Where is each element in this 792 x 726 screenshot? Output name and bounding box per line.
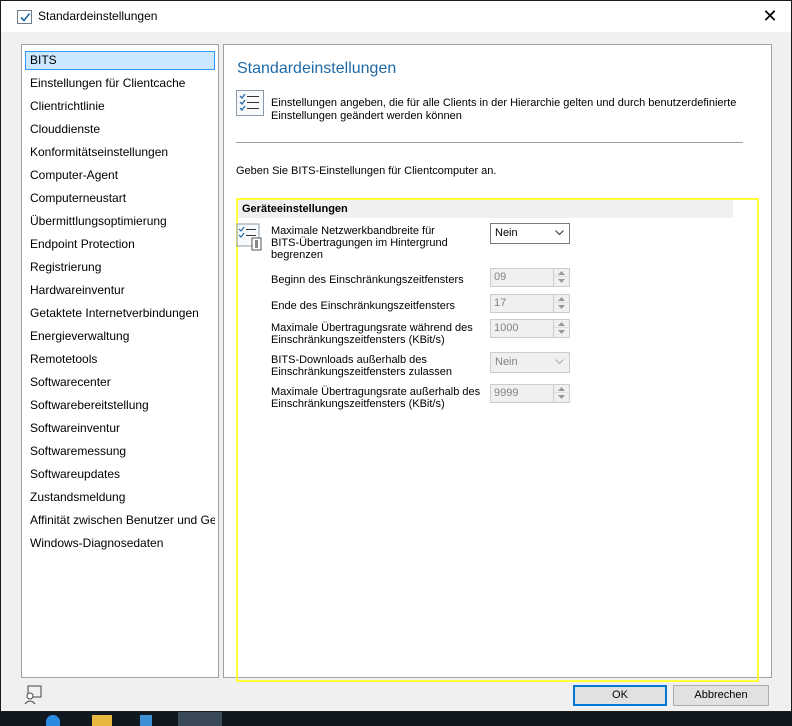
spin-buttons (553, 295, 569, 312)
spin-down-icon[interactable] (554, 277, 569, 285)
chevron-down-icon (555, 230, 564, 236)
nav-item-client-policy[interactable]: Clientrichtlinie (25, 97, 215, 116)
rate-outside-label: Maximale Übertragungsrate außerhalb des … (271, 386, 486, 410)
rate-during-label: Maximale Übertragungsrate während des Ei… (271, 322, 486, 346)
checklist-icon (236, 90, 264, 116)
spin-up-icon[interactable] (554, 385, 569, 393)
nav-item-computer-agent[interactable]: Computer-Agent (25, 166, 215, 185)
window-start-spinner[interactable]: 09 (490, 268, 570, 287)
settings-pane: Standardeinstellungen Einstellungen ange… (223, 44, 772, 682)
label-line: Einschränkungszeitfensters (KBit/s) (271, 398, 445, 410)
nav-item-power-management[interactable]: Energieverwaltung (25, 327, 215, 346)
server-icon[interactable] (140, 715, 152, 726)
spin-up-icon[interactable] (554, 320, 569, 328)
description-line-2: Einstellungen geändert werden können (271, 110, 462, 122)
nav-item-cloud-services[interactable]: Clouddienste (25, 120, 215, 139)
nav-item-software-updates[interactable]: Softwareupdates (25, 465, 215, 484)
label-line: Einschränkungszeitfensters (KBit/s) (271, 334, 445, 346)
page-title: Standardeinstellungen (237, 60, 397, 77)
limit-bandwidth-label: Maximale Netzwerkbandbreite für BITS-Übe… (271, 225, 481, 261)
close-icon: ✕ (762, 6, 778, 26)
nav-item-software-deployment[interactable]: Softwarebereitstellung (25, 396, 215, 415)
nav-item-user-device-affinity[interactable]: Affinität zwischen Benutzer und Ge (25, 511, 215, 530)
label-line: BITS-Übertragungen im Hintergrund (271, 237, 448, 249)
spinner-value: 17 (494, 297, 507, 309)
spin-buttons (553, 269, 569, 286)
close-button[interactable]: ✕ (753, 3, 787, 30)
label-line: Maximale Übertragungsrate außerhalb des (271, 386, 481, 398)
nav-item-software-center[interactable]: Softwarecenter (25, 373, 215, 392)
nav-item-endpoint-protection[interactable]: Endpoint Protection (25, 235, 215, 254)
label-line: Maximale Netzwerkbandbreite für (271, 225, 435, 237)
window-end-label: Ende des Einschränkungszeitfensters (271, 300, 456, 312)
nav-item-state-messaging[interactable]: Zustandsmeldung (25, 488, 215, 507)
window-title: Standardeinstellungen (38, 9, 158, 23)
group-header: Geräteeinstellungen (238, 200, 733, 218)
spin-up-icon[interactable] (554, 295, 569, 303)
feedback-icon[interactable] (23, 685, 43, 705)
spin-buttons (553, 320, 569, 337)
spin-down-icon[interactable] (554, 303, 569, 311)
description-line-1: Einstellungen angeben, die für alle Clie… (271, 97, 737, 109)
nav-item-bits[interactable]: BITS (25, 51, 215, 70)
nav-item-software-inventory[interactable]: Softwareinventur (25, 419, 215, 438)
window-end-spinner[interactable]: 17 (490, 294, 570, 313)
dropdown-value: Nein (495, 356, 518, 368)
allow-outside-dropdown[interactable]: Nein (490, 352, 570, 373)
settings-dialog: Standardeinstellungen ✕ BITS Einstellung… (0, 0, 792, 712)
chevron-down-icon (555, 359, 564, 365)
nav-item-enrollment[interactable]: Registrierung (25, 258, 215, 277)
allow-outside-label: BITS-Downloads außerhalb des Einschränku… (271, 354, 486, 378)
console-app-icon[interactable] (178, 712, 222, 726)
nav-item-software-metering[interactable]: Softwaremessung (25, 442, 215, 461)
nav-item-hardware-inventory[interactable]: Hardwareinventur (25, 281, 215, 300)
ok-button[interactable]: OK (573, 685, 667, 706)
nav-item-compliance[interactable]: Konformitätseinstellungen (25, 143, 215, 162)
folder-icon[interactable] (92, 715, 112, 726)
nav-item-client-cache[interactable]: Einstellungen für Clientcache (25, 74, 215, 93)
nav-item-remote-tools[interactable]: Remotetools (25, 350, 215, 369)
limit-bandwidth-dropdown[interactable]: Nein (490, 223, 570, 244)
settings-checklist-icon (236, 223, 264, 251)
checkbox-icon (17, 10, 32, 24)
label-line: Maximale Übertragungsrate während des (271, 322, 473, 334)
label-line: BITS-Downloads außerhalb des (271, 354, 427, 366)
window-start-label: Beginn des Einschränkungszeitfensters (271, 274, 464, 286)
rate-outside-spinner[interactable]: 9999 (490, 384, 570, 403)
intro-text: Geben Sie BITS-Einstellungen für Clientc… (236, 165, 497, 177)
spin-buttons (553, 385, 569, 402)
taskbar (0, 712, 792, 726)
rate-during-spinner[interactable]: 1000 (490, 319, 570, 338)
cancel-button[interactable]: Abbrechen (673, 685, 769, 706)
title-bar[interactable]: Standardeinstellungen ✕ (1, 1, 791, 32)
label-line: begrenzen (271, 249, 323, 261)
separator (236, 142, 743, 143)
browser-icon[interactable] (46, 715, 60, 726)
spin-down-icon[interactable] (554, 393, 569, 401)
nav-item-windows-diagnostics[interactable]: Windows-Diagnosedaten (25, 534, 215, 553)
dropdown-value: Nein (495, 227, 518, 239)
nav-item-delivery-optimization[interactable]: Übermittlungsoptimierung (25, 212, 215, 231)
spin-down-icon[interactable] (554, 328, 569, 336)
nav-item-computer-restart[interactable]: Computerneustart (25, 189, 215, 208)
category-list: BITS Einstellungen für Clientcache Clien… (21, 44, 219, 678)
spinner-value: 9999 (494, 387, 519, 399)
nav-item-metered-connections[interactable]: Getaktete Internetverbindungen (25, 304, 215, 323)
spinner-value: 09 (494, 271, 507, 283)
label-line: Einschränkungszeitfensters zulassen (271, 366, 452, 378)
page-description: Einstellungen angeben, die für alle Clie… (271, 97, 751, 123)
spin-up-icon[interactable] (554, 269, 569, 277)
spinner-value: 1000 (494, 322, 519, 334)
